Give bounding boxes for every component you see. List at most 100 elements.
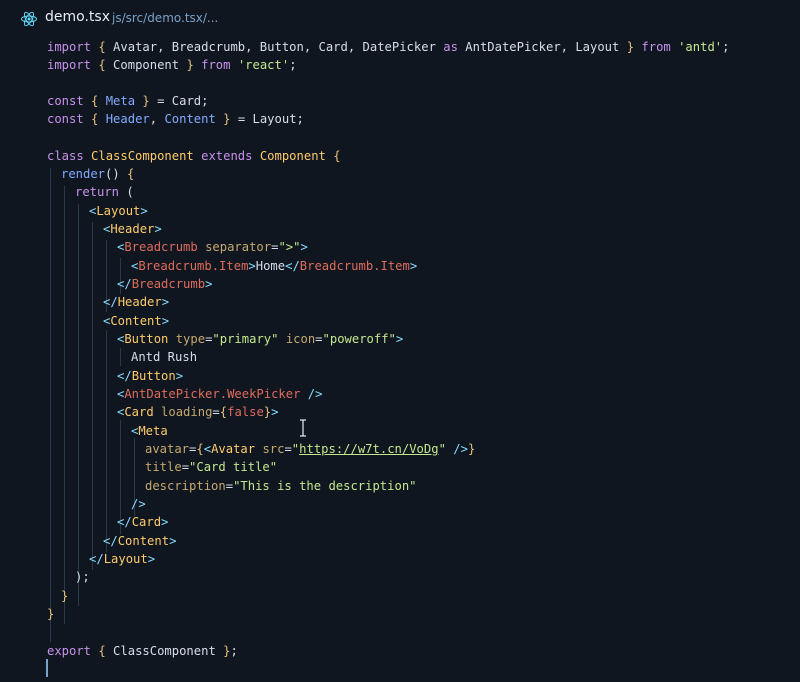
code-line-8[interactable]: render() { — [61, 165, 134, 183]
code-token: Breadcrumb — [124, 240, 198, 254]
code-token: Component — [105, 58, 187, 72]
code-token: from — [201, 58, 231, 72]
code-token: Component — [259, 149, 326, 163]
code-token: { — [98, 644, 106, 658]
code-token: { — [127, 167, 135, 181]
code-token: render — [61, 167, 106, 181]
code-token: } — [223, 112, 231, 126]
code-token: { — [333, 149, 341, 163]
code-line-24[interactable]: title="Card title" — [145, 458, 277, 476]
code-token: </ — [117, 277, 132, 291]
code-line-22[interactable]: <Meta — [131, 422, 168, 440]
code-line-34[interactable]: export { ClassComponent }; — [47, 642, 238, 660]
code-line-30[interactable]: ); — [75, 568, 90, 586]
code-token: return — [75, 185, 120, 199]
code-line-28[interactable]: </Content> — [103, 532, 176, 550]
code-token: Avatar, Breadcrumb, Button, Card, DatePi… — [105, 40, 444, 54]
code-token: = — [315, 332, 323, 346]
tab-title[interactable]: demo.tsx — [45, 9, 110, 25]
code-line-5[interactable]: const { Header, Content } = Layout; — [47, 110, 304, 128]
code-line-2[interactable]: import { Component } from 'react'; — [47, 56, 297, 74]
code-token: </ — [103, 534, 118, 548]
indent-guide — [64, 186, 65, 624]
code-token: > — [169, 534, 177, 548]
code-token: > — [248, 259, 256, 273]
code-line-31[interactable]: } — [61, 587, 68, 605]
code-token: title — [145, 460, 182, 474]
code-line-21[interactable]: <Card loading={false}> — [117, 403, 278, 421]
code-token: https://w7t.cn/VoDg — [299, 442, 439, 456]
code-token: loading — [161, 405, 213, 419]
code-token: = — [181, 460, 190, 474]
code-line-9[interactable]: return ( — [75, 183, 134, 201]
code-token: = Layout; — [230, 112, 304, 126]
code-token: Home — [255, 259, 286, 273]
code-line-14[interactable]: </Breadcrumb> — [117, 275, 212, 293]
indent-guide — [92, 222, 93, 570]
code-line-1[interactable]: import { Avatar, Breadcrumb, Button, Car… — [47, 38, 729, 56]
code-token: } — [47, 607, 55, 621]
code-token: } — [61, 589, 69, 603]
code-token: Layout — [103, 552, 148, 566]
code-line-27[interactable]: </Card> — [117, 513, 168, 531]
code-line-4[interactable]: const { Meta } = Card; — [47, 92, 208, 110]
code-token: ClassComponent — [105, 644, 224, 658]
code-line-12[interactable]: <Breadcrumb separator=">"> — [117, 238, 308, 256]
code-line-13[interactable]: <Breadcrumb.Item>Home</Breadcrumb.Item> — [131, 257, 417, 275]
code-token: Meta — [105, 94, 136, 108]
code-token: import — [47, 58, 92, 72]
code-token: < — [203, 442, 212, 456]
code-token: type — [175, 332, 206, 346]
code-token: Card — [131, 515, 162, 529]
indent-guide — [50, 168, 51, 642]
code-token: Header — [117, 295, 162, 309]
code-token: > — [161, 314, 170, 328]
indent-guide — [78, 204, 79, 606]
code-token: > — [154, 222, 162, 236]
code-line-25[interactable]: description="This is the description" — [145, 477, 417, 495]
code-line-29[interactable]: </Layout> — [89, 550, 155, 568]
code-token: /> — [453, 442, 468, 456]
code-line-10[interactable]: <Layout> — [89, 202, 148, 220]
code-token: Content — [164, 112, 216, 126]
code-line-19[interactable]: </Button> — [117, 367, 183, 385]
code-token: Avatar — [211, 442, 256, 456]
code-token: { — [219, 405, 228, 419]
indent-guide — [106, 330, 107, 552]
code-token: false — [227, 405, 264, 419]
tab-file-path[interactable]: js/src/demo.tsx/... — [112, 11, 218, 25]
code-token: Card — [124, 405, 154, 419]
code-token: { — [98, 40, 106, 54]
code-token: description — [145, 479, 226, 493]
code-token: = — [225, 479, 234, 493]
code-token: "Card title" — [189, 460, 278, 474]
code-line-11[interactable]: <Header> — [103, 220, 162, 238]
code-token: Header — [105, 112, 150, 126]
code-line-16[interactable]: <Content> — [103, 312, 169, 330]
code-token: ">" — [278, 240, 301, 254]
code-token: Button — [124, 332, 169, 346]
code-line-23[interactable]: avatar={<Avatar src="https://w7t.cn/VoDg… — [145, 440, 475, 458]
code-line-20[interactable]: <AntDatePicker.WeekPicker /> — [117, 385, 322, 403]
code-editor[interactable] — [0, 36, 800, 682]
code-token: </ — [285, 259, 300, 273]
code-token: ; — [230, 644, 238, 658]
code-token: } — [142, 94, 150, 108]
code-token: } — [467, 442, 476, 456]
code-token: "This is the description" — [233, 479, 417, 493]
code-token: 'antd' — [678, 40, 723, 54]
code-line-26[interactable]: /> — [131, 495, 146, 513]
code-line-17[interactable]: <Button type="primary" icon="poweroff"> — [117, 330, 403, 348]
code-line-15[interactable]: </Header> — [103, 293, 169, 311]
code-token: Button — [131, 369, 176, 383]
code-line-32[interactable]: } — [47, 605, 54, 623]
code-line-7[interactable]: class ClassComponent extends Component { — [47, 147, 341, 165]
code-line-18[interactable]: Antd Rush — [131, 348, 197, 366]
